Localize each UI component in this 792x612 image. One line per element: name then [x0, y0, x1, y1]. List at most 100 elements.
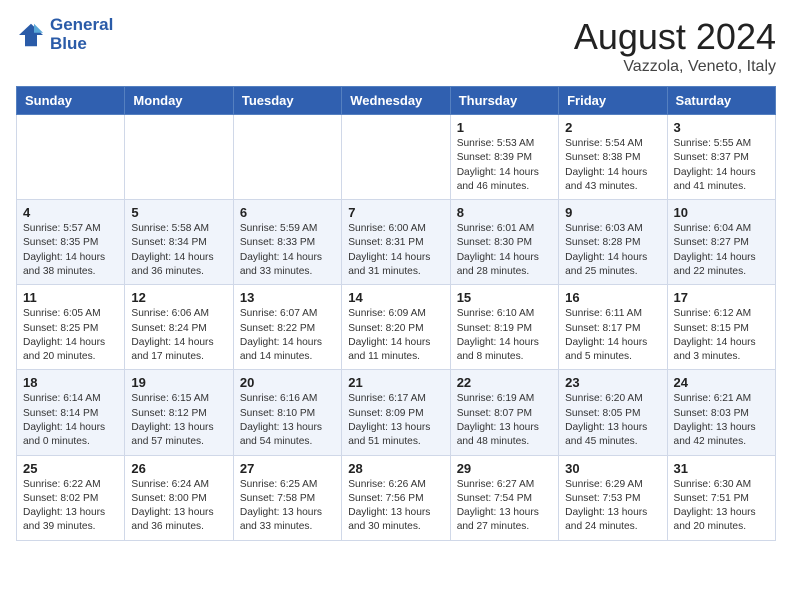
day-number: 21 — [348, 375, 443, 390]
logo-icon — [16, 20, 46, 50]
day-info: Sunrise: 6:30 AM Sunset: 7:51 PM Dayligh… — [674, 478, 769, 535]
calendar-week-row: 18Sunrise: 6:14 AM Sunset: 8:14 PM Dayli… — [17, 370, 776, 455]
day-info: Sunrise: 6:09 AM Sunset: 8:20 PM Dayligh… — [348, 307, 443, 364]
calendar-cell: 27 Sunrise: 6:25 AM Sunset: 7:58 PM Dayli… — [233, 455, 341, 540]
calendar-cell: 8 Sunrise: 6:01 AM Sunset: 8:30 PM Daylig… — [450, 200, 558, 285]
calendar-cell: 23 Sunrise: 6:20 AM Sunset: 8:05 PM Dayli… — [559, 370, 667, 455]
day-number: 24 — [674, 375, 769, 390]
calendar-cell: 1Sunrise: 5:53 AM Sunset: 8:39 PM Daylig… — [450, 115, 558, 200]
calendar-cell: 29Sunrise: 6:27 AM Sunset: 7:54 PM Dayli… — [450, 455, 558, 540]
day-number: 10 — [674, 205, 769, 220]
calendar-cell: 10 Sunrise: 6:04 AM Sunset: 8:27 PM Dayli… — [667, 200, 775, 285]
day-number: 25 — [23, 461, 118, 476]
month-year: August 2024 — [574, 16, 776, 58]
day-info: Sunrise: 6:17 AM Sunset: 8:09 PM Dayligh… — [348, 392, 443, 449]
calendar-cell: 24 Sunrise: 6:21 AM Sunset: 8:03 PM Dayli… — [667, 370, 775, 455]
calendar-cell: 25 Sunrise: 6:22 AM Sunset: 8:02 PM Dayli… — [17, 455, 125, 540]
logo: General Blue — [16, 16, 113, 53]
day-info: Sunrise: 6:16 AM Sunset: 8:10 PM Dayligh… — [240, 392, 335, 449]
calendar-cell: 14 Sunrise: 6:09 AM Sunset: 8:20 PM Dayli… — [342, 285, 450, 370]
calendar-cell: 2 Sunrise: 5:54 AM Sunset: 8:38 PM Daylig… — [559, 115, 667, 200]
day-number: 23 — [565, 375, 660, 390]
title-block: August 2024 Vazzola, Veneto, Italy — [574, 16, 776, 76]
day-info: Sunrise: 6:22 AM Sunset: 8:02 PM Dayligh… — [23, 478, 118, 535]
calendar-cell: 7 Sunrise: 6:00 AM Sunset: 8:31 PM Daylig… — [342, 200, 450, 285]
day-number: 2 — [565, 120, 660, 135]
calendar-cell: 11Sunrise: 6:05 AM Sunset: 8:25 PM Dayli… — [17, 285, 125, 370]
calendar-cell: 9 Sunrise: 6:03 AM Sunset: 8:28 PM Daylig… — [559, 200, 667, 285]
day-info: Sunrise: 5:55 AM Sunset: 8:37 PM Dayligh… — [674, 137, 769, 194]
day-number: 15 — [457, 290, 552, 305]
day-number: 19 — [131, 375, 226, 390]
day-number: 16 — [565, 290, 660, 305]
day-info: Sunrise: 6:15 AM Sunset: 8:12 PM Dayligh… — [131, 392, 226, 449]
calendar-cell: 17 Sunrise: 6:12 AM Sunset: 8:15 PM Dayli… — [667, 285, 775, 370]
calendar-cell — [342, 115, 450, 200]
day-info: Sunrise: 5:54 AM Sunset: 8:38 PM Dayligh… — [565, 137, 660, 194]
calendar-cell: 19 Sunrise: 6:15 AM Sunset: 8:12 PM Dayli… — [125, 370, 233, 455]
weekday-header-sunday: Sunday — [17, 87, 125, 115]
day-number: 3 — [674, 120, 769, 135]
day-number: 11 — [23, 290, 118, 305]
calendar-cell: 12Sunrise: 6:06 AM Sunset: 8:24 PM Dayli… — [125, 285, 233, 370]
day-info: Sunrise: 6:24 AM Sunset: 8:00 PM Dayligh… — [131, 478, 226, 535]
day-info: Sunrise: 6:29 AM Sunset: 7:53 PM Dayligh… — [565, 478, 660, 535]
day-info: Sunrise: 6:12 AM Sunset: 8:15 PM Dayligh… — [674, 307, 769, 364]
calendar-cell: 5 Sunrise: 5:58 AM Sunset: 8:34 PM Daylig… — [125, 200, 233, 285]
day-number: 18 — [23, 375, 118, 390]
page-header: General Blue August 2024 Vazzola, Veneto… — [16, 16, 776, 76]
day-number: 13 — [240, 290, 335, 305]
calendar-cell: 18Sunrise: 6:14 AM Sunset: 8:14 PM Dayli… — [17, 370, 125, 455]
day-info: Sunrise: 6:03 AM Sunset: 8:28 PM Dayligh… — [565, 222, 660, 279]
calendar-week-row: 11Sunrise: 6:05 AM Sunset: 8:25 PM Dayli… — [17, 285, 776, 370]
day-info: Sunrise: 6:07 AM Sunset: 8:22 PM Dayligh… — [240, 307, 335, 364]
day-number: 5 — [131, 205, 226, 220]
day-info: Sunrise: 5:59 AM Sunset: 8:33 PM Dayligh… — [240, 222, 335, 279]
calendar-cell: 26 Sunrise: 6:24 AM Sunset: 8:00 PM Dayli… — [125, 455, 233, 540]
day-info: Sunrise: 5:58 AM Sunset: 8:34 PM Dayligh… — [131, 222, 226, 279]
calendar-cell: 4 Sunrise: 5:57 AM Sunset: 8:35 PM Daylig… — [17, 200, 125, 285]
calendar-cell — [233, 115, 341, 200]
day-info: Sunrise: 6:01 AM Sunset: 8:30 PM Dayligh… — [457, 222, 552, 279]
day-number: 31 — [674, 461, 769, 476]
calendar-cell: 6Sunrise: 5:59 AM Sunset: 8:33 PM Daylig… — [233, 200, 341, 285]
day-number: 27 — [240, 461, 335, 476]
day-info: Sunrise: 6:04 AM Sunset: 8:27 PM Dayligh… — [674, 222, 769, 279]
day-number: 4 — [23, 205, 118, 220]
calendar-table: SundayMondayTuesdayWednesdayThursdayFrid… — [16, 86, 776, 541]
day-number: 1 — [457, 120, 552, 135]
day-number: 7 — [348, 205, 443, 220]
weekday-header-tuesday: Tuesday — [233, 87, 341, 115]
weekday-header-friday: Friday — [559, 87, 667, 115]
day-info: Sunrise: 6:10 AM Sunset: 8:19 PM Dayligh… — [457, 307, 552, 364]
calendar-cell: 13 Sunrise: 6:07 AM Sunset: 8:22 PM Dayli… — [233, 285, 341, 370]
weekday-header-saturday: Saturday — [667, 87, 775, 115]
day-info: Sunrise: 5:57 AM Sunset: 8:35 PM Dayligh… — [23, 222, 118, 279]
calendar-week-row: 1Sunrise: 5:53 AM Sunset: 8:39 PM Daylig… — [17, 115, 776, 200]
day-number: 20 — [240, 375, 335, 390]
day-info: Sunrise: 6:26 AM Sunset: 7:56 PM Dayligh… — [348, 478, 443, 535]
day-number: 9 — [565, 205, 660, 220]
calendar-cell: 21 Sunrise: 6:17 AM Sunset: 8:09 PM Dayli… — [342, 370, 450, 455]
calendar-cell — [17, 115, 125, 200]
logo-text: General Blue — [50, 16, 113, 53]
day-number: 17 — [674, 290, 769, 305]
day-number: 26 — [131, 461, 226, 476]
day-info: Sunrise: 6:19 AM Sunset: 8:07 PM Dayligh… — [457, 392, 552, 449]
day-info: Sunrise: 6:00 AM Sunset: 8:31 PM Dayligh… — [348, 222, 443, 279]
day-info: Sunrise: 6:27 AM Sunset: 7:54 PM Dayligh… — [457, 478, 552, 535]
day-info: Sunrise: 6:20 AM Sunset: 8:05 PM Dayligh… — [565, 392, 660, 449]
calendar-cell: 20 Sunrise: 6:16 AM Sunset: 8:10 PM Dayli… — [233, 370, 341, 455]
calendar-cell: 22Sunrise: 6:19 AM Sunset: 8:07 PM Dayli… — [450, 370, 558, 455]
day-info: Sunrise: 6:11 AM Sunset: 8:17 PM Dayligh… — [565, 307, 660, 364]
weekday-header-wednesday: Wednesday — [342, 87, 450, 115]
calendar-week-row: 25 Sunrise: 6:22 AM Sunset: 8:02 PM Dayli… — [17, 455, 776, 540]
day-number: 12 — [131, 290, 226, 305]
location: Vazzola, Veneto, Italy — [574, 58, 776, 76]
day-info: Sunrise: 6:21 AM Sunset: 8:03 PM Dayligh… — [674, 392, 769, 449]
day-number: 8 — [457, 205, 552, 220]
day-info: Sunrise: 6:25 AM Sunset: 7:58 PM Dayligh… — [240, 478, 335, 535]
day-number: 14 — [348, 290, 443, 305]
day-number: 30 — [565, 461, 660, 476]
calendar-cell: 16 Sunrise: 6:11 AM Sunset: 8:17 PM Dayli… — [559, 285, 667, 370]
